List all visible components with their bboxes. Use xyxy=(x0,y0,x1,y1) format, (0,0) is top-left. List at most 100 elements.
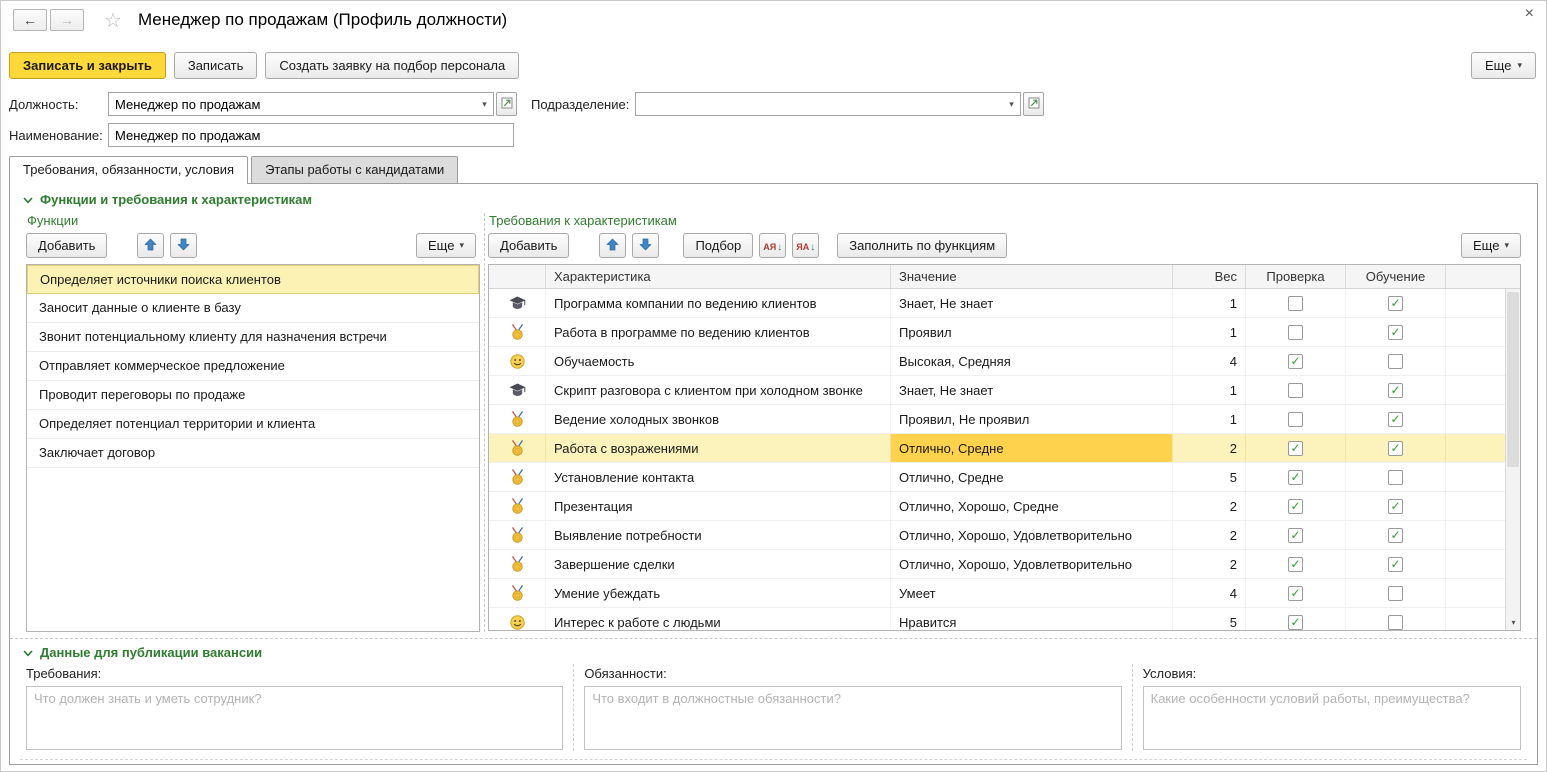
value-cell[interactable]: Отлично, Средне xyxy=(891,463,1173,491)
weight-cell[interactable]: 1 xyxy=(1173,289,1246,317)
forward-button[interactable]: → xyxy=(50,9,84,31)
department-input[interactable] xyxy=(636,93,1003,115)
tab-requirements[interactable]: Требования, обязанности, условия xyxy=(9,156,249,184)
checkbox[interactable] xyxy=(1388,353,1403,369)
checkbox[interactable]: ✓ xyxy=(1288,353,1303,369)
checkbox[interactable] xyxy=(1388,469,1403,485)
table-row[interactable]: Ведение холодных звонков Проявил, Не проя… xyxy=(489,405,1520,434)
training-cell[interactable] xyxy=(1346,347,1446,375)
tab-candidate-stages[interactable]: Этапы работы с кандидатами xyxy=(251,156,459,183)
requirements-add-button[interactable]: Добавить xyxy=(488,233,570,258)
check-cell[interactable] xyxy=(1246,405,1346,433)
checkbox[interactable]: ✓ xyxy=(1388,440,1403,456)
characteristic-column-header[interactable]: Характеристика xyxy=(546,265,891,288)
save-button[interactable]: Записать xyxy=(173,52,258,79)
close-icon[interactable]: × xyxy=(1525,5,1534,23)
checkbox[interactable] xyxy=(1288,295,1303,311)
sort-descending-button[interactable]: ЯА↓ xyxy=(792,233,820,258)
check-cell[interactable]: ✓ xyxy=(1246,347,1346,375)
weight-cell[interactable]: 2 xyxy=(1173,521,1246,549)
weight-cell[interactable]: 4 xyxy=(1173,579,1246,607)
function-list-item[interactable]: Отправляет коммерческое предложение xyxy=(27,352,479,381)
checkbox[interactable] xyxy=(1288,411,1303,427)
characteristic-cell[interactable]: Выявление потребности xyxy=(546,521,891,549)
pick-button[interactable]: Подбор xyxy=(683,233,754,258)
functions-move-down-button[interactable] xyxy=(170,233,198,258)
training-cell[interactable]: ✓ xyxy=(1346,318,1446,346)
check-cell[interactable] xyxy=(1246,318,1346,346)
bottom-splitter[interactable] xyxy=(20,759,1527,760)
characteristic-cell[interactable]: Установление контакта xyxy=(546,463,891,491)
sort-ascending-button[interactable]: АЯ↓ xyxy=(759,233,787,258)
checkbox[interactable] xyxy=(1388,585,1403,601)
back-button[interactable]: ← xyxy=(13,9,47,31)
value-cell[interactable]: Отлично, Хорошо, Средне xyxy=(891,492,1173,520)
weight-cell[interactable]: 4 xyxy=(1173,347,1246,375)
table-row[interactable]: Интерес к работе с людьми Нравится 5 ✓ xyxy=(489,608,1520,630)
functions-more-button[interactable]: Еще ▾ xyxy=(416,233,476,258)
characteristic-cell[interactable]: Завершение сделки xyxy=(546,550,891,578)
weight-cell[interactable]: 1 xyxy=(1173,405,1246,433)
checkbox[interactable]: ✓ xyxy=(1288,440,1303,456)
weight-cell[interactable]: 2 xyxy=(1173,434,1246,462)
training-cell[interactable] xyxy=(1346,608,1446,630)
favorite-star-icon[interactable]: ☆ xyxy=(104,8,122,33)
training-column-header[interactable]: Обучение xyxy=(1346,265,1446,288)
functions-add-button[interactable]: Добавить xyxy=(26,233,108,258)
value-cell[interactable]: Проявил, Не проявил xyxy=(891,405,1173,433)
check-cell[interactable]: ✓ xyxy=(1246,608,1346,630)
function-list-item[interactable]: Звонит потенциальному клиенту для назнач… xyxy=(27,323,479,352)
position-input[interactable] xyxy=(109,93,476,115)
characteristic-cell[interactable]: Работа в программе по ведению клиентов xyxy=(546,318,891,346)
training-cell[interactable] xyxy=(1346,579,1446,607)
training-cell[interactable]: ✓ xyxy=(1346,492,1446,520)
check-column-header[interactable]: Проверка xyxy=(1246,265,1346,288)
training-cell[interactable]: ✓ xyxy=(1346,376,1446,404)
table-row[interactable]: Работа в программе по ведению клиентов Пр… xyxy=(489,318,1520,347)
training-cell[interactable]: ✓ xyxy=(1346,521,1446,549)
table-row[interactable]: Программа компании по ведению клиентов Зн… xyxy=(489,289,1520,318)
check-cell[interactable]: ✓ xyxy=(1246,434,1346,462)
checkbox[interactable]: ✓ xyxy=(1288,527,1303,543)
characteristic-cell[interactable]: Скрипт разговора с клиентом при холодном… xyxy=(546,376,891,404)
weight-cell[interactable]: 1 xyxy=(1173,376,1246,404)
characteristic-cell[interactable]: Ведение холодных звонков xyxy=(546,405,891,433)
weight-cell[interactable]: 2 xyxy=(1173,550,1246,578)
checkbox[interactable] xyxy=(1388,614,1403,630)
check-cell[interactable]: ✓ xyxy=(1246,579,1346,607)
characteristic-cell[interactable]: Работа с возражениями xyxy=(546,434,891,462)
checkbox[interactable]: ✓ xyxy=(1388,527,1403,543)
checkbox[interactable]: ✓ xyxy=(1288,556,1303,572)
table-row[interactable]: Умение убеждать Умеет 4 ✓ xyxy=(489,579,1520,608)
checkbox[interactable] xyxy=(1288,382,1303,398)
functions-move-up-button[interactable] xyxy=(137,233,165,258)
value-cell[interactable]: Знает, Не знает xyxy=(891,376,1173,404)
check-cell[interactable] xyxy=(1246,289,1346,317)
value-cell[interactable]: Высокая, Средняя xyxy=(891,347,1173,375)
panel-splitter[interactable] xyxy=(484,213,485,632)
publication-section-header[interactable]: Данные для публикации вакансии xyxy=(10,639,1537,664)
weight-cell[interactable]: 1 xyxy=(1173,318,1246,346)
save-close-button[interactable]: Записать и закрыть xyxy=(9,52,166,79)
check-cell[interactable]: ✓ xyxy=(1246,521,1346,549)
checkbox[interactable]: ✓ xyxy=(1388,295,1403,311)
department-combo[interactable]: ▾ xyxy=(635,92,1021,116)
checkbox[interactable]: ✓ xyxy=(1388,411,1403,427)
table-row[interactable]: Скрипт разговора с клиентом при холодном… xyxy=(489,376,1520,405)
weight-column-header[interactable]: Вес xyxy=(1173,265,1246,288)
toolbar-more-button[interactable]: Еще ▾ xyxy=(1471,52,1536,79)
requirements-more-button[interactable]: Еще ▾ xyxy=(1461,233,1521,258)
name-input[interactable] xyxy=(108,123,514,147)
value-cell[interactable]: Умеет xyxy=(891,579,1173,607)
training-cell[interactable] xyxy=(1346,463,1446,491)
requirements-textarea[interactable] xyxy=(26,686,564,750)
checkbox[interactable]: ✓ xyxy=(1388,382,1403,398)
training-cell[interactable]: ✓ xyxy=(1346,434,1446,462)
weight-cell[interactable]: 5 xyxy=(1173,608,1246,630)
position-open-button[interactable] xyxy=(496,92,517,116)
function-list-item[interactable]: Проводит переговоры по продаже xyxy=(27,381,479,410)
icon-column-header[interactable] xyxy=(489,265,546,288)
checkbox[interactable] xyxy=(1288,324,1303,340)
table-row[interactable]: Работа с возражениями Отлично, Средне 2 ✓ ✓ xyxy=(489,434,1520,463)
functions-section-header[interactable]: Функции и требования к характеристикам xyxy=(10,184,1537,211)
